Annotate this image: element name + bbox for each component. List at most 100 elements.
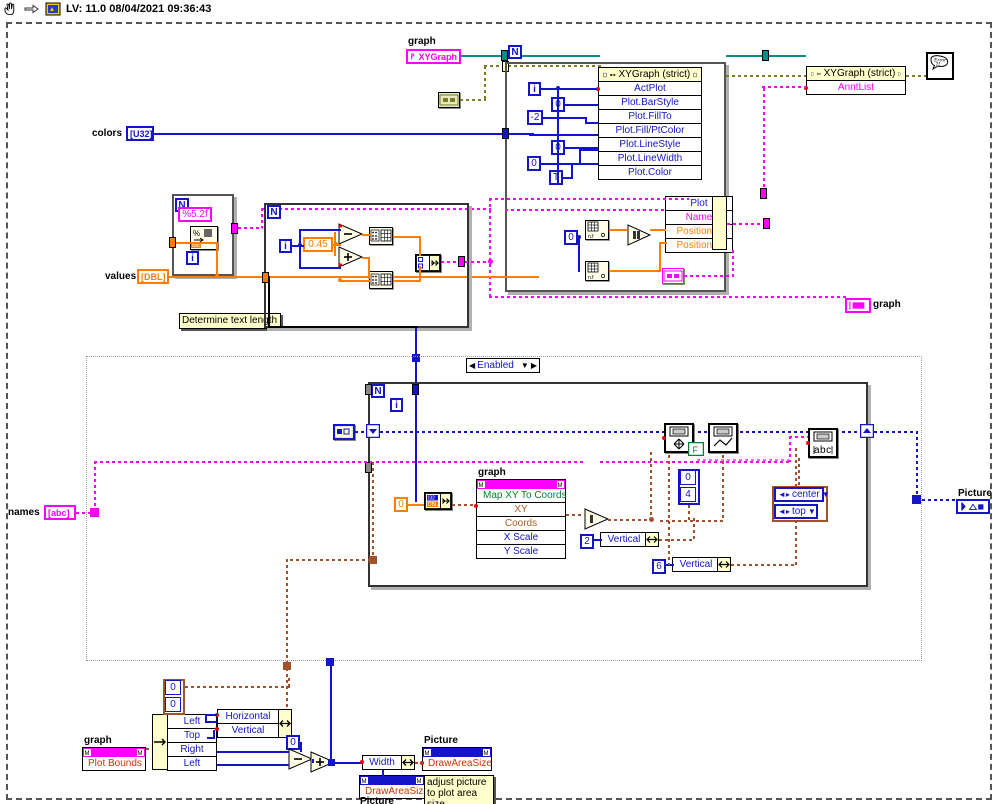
pnode-row-linewidth[interactable]: Plot.LineWidth bbox=[599, 152, 701, 166]
pen-size-value-4[interactable]: 4 bbox=[680, 487, 696, 502]
draw-line-picture-icon[interactable] bbox=[708, 423, 738, 453]
colors-array-terminal[interactable]: [U32] bbox=[126, 126, 154, 141]
wire-magenta-bus-top bbox=[489, 198, 689, 200]
property-node-drawareasize-write[interactable]: M M DrawAreaSize bbox=[422, 747, 492, 771]
wire-picture-out bbox=[874, 431, 918, 433]
graph-refnum-terminal[interactable]: XYGraph bbox=[406, 49, 461, 64]
pnode-row-actplot[interactable]: ActPlot bbox=[599, 82, 701, 96]
labview-vi-icon[interactable] bbox=[45, 2, 61, 16]
bundle-row-vertical[interactable]: Vertical bbox=[218, 724, 278, 737]
wire-annt-vert bbox=[763, 88, 765, 190]
wire-error-to-anntlist bbox=[726, 75, 806, 77]
property-node-plot-bounds[interactable]: M M Plot Bounds bbox=[82, 747, 146, 771]
origin-x-value[interactable]: 0 bbox=[165, 680, 181, 695]
draw-text-picture-icon[interactable]: abc bbox=[808, 428, 838, 458]
constant-fillto-minus2[interactable]: -2 bbox=[527, 110, 543, 125]
map-xy-row-xy[interactable]: XY bbox=[477, 503, 565, 517]
index-array-triangle-icon[interactable] bbox=[626, 224, 652, 251]
origin-y-value[interactable]: 0 bbox=[165, 697, 181, 712]
number-to-string-icon-a[interactable]: n.f bbox=[585, 220, 609, 240]
pnode-row-linestyle[interactable]: Plot.LineStyle bbox=[599, 138, 701, 152]
picture-output-terminal[interactable] bbox=[956, 499, 990, 514]
align-vertical-enum[interactable]: ◄▸ top ▼ bbox=[774, 504, 818, 519]
bounds-row-top[interactable]: Top bbox=[168, 729, 216, 743]
enum-left-arrow-icon-2[interactable]: ◄▸ bbox=[778, 507, 790, 516]
refnum-out-glyph-icon bbox=[693, 72, 697, 77]
empty-picture-constant[interactable] bbox=[333, 424, 355, 440]
constant-plotcolor-T[interactable]: T bbox=[549, 170, 563, 185]
tunnel-refnum bbox=[501, 50, 508, 61]
bundle-horizontal-vertical[interactable]: Horizontal Vertical bbox=[217, 709, 279, 738]
enum-left-arrow-icon[interactable]: ◄▸ bbox=[778, 490, 790, 499]
case-selector-value: Enabled bbox=[477, 360, 514, 371]
graph-output-terminal[interactable] bbox=[845, 298, 871, 313]
number-to-string-icon-b[interactable]: n.f bbox=[585, 261, 609, 281]
pnode-row-barstyle[interactable]: Plot.BarStyle bbox=[599, 96, 701, 110]
bundle-row-width[interactable]: Width bbox=[363, 756, 401, 769]
map-xy-row-coords[interactable]: Coords bbox=[477, 517, 565, 531]
property-node-xygraph-plot[interactable]: XYGraph (strict) ActPlot Plot.BarStyle P… bbox=[598, 67, 702, 180]
draw-text-error-dot bbox=[806, 441, 810, 445]
bundle-row-horizontal[interactable]: Horizontal bbox=[218, 710, 278, 724]
add-triangle-icon[interactable] bbox=[338, 246, 364, 273]
boolean-false-constant[interactable]: F bbox=[687, 441, 705, 457]
wire-picture-to-term bbox=[916, 499, 956, 501]
align-horizontal-enum[interactable]: ◄▸ center ▼ bbox=[774, 487, 830, 502]
case-selector-enabled[interactable]: ◀ Enabled ▼ ▶ bbox=[466, 358, 540, 373]
constant-0-45[interactable]: 0.45 bbox=[303, 237, 333, 252]
wire-coords-0 bbox=[408, 504, 424, 506]
drawareasize-write-row[interactable]: DrawAreaSize bbox=[423, 757, 492, 770]
constant-linewidth-0[interactable]: 0 bbox=[527, 156, 541, 171]
bundle-vertical-a[interactable]: Vertical bbox=[600, 532, 648, 547]
format-value-to-string-icon[interactable]: % DBL bbox=[190, 226, 218, 250]
wire-brown-left-h bbox=[290, 559, 374, 561]
build-array-icon-b[interactable] bbox=[369, 271, 393, 289]
error-cluster-constant[interactable] bbox=[438, 92, 460, 108]
simple-error-handler-icon[interactable]: Error ?! bbox=[926, 52, 954, 80]
build-cluster-array-icon[interactable]: I32 DBL bbox=[424, 492, 452, 510]
constant-coords-0[interactable]: 0 bbox=[394, 497, 408, 512]
bundle-vertical-b-stub bbox=[717, 557, 731, 572]
wire-error-to-handler bbox=[906, 75, 926, 77]
empty-string-constant[interactable] bbox=[662, 268, 684, 284]
constant-position-0[interactable]: 0 bbox=[564, 230, 578, 245]
pnode-row-fillto[interactable]: Plot.FillTo bbox=[599, 110, 701, 124]
values-array-terminal[interactable]: [DBL] bbox=[137, 269, 169, 284]
wire-annt-entry bbox=[727, 223, 767, 225]
pen-size-cluster-constant[interactable]: 0 4 bbox=[678, 469, 700, 505]
hand-cursor-icon[interactable] bbox=[3, 2, 19, 16]
offset-loop-N: N bbox=[267, 205, 281, 219]
origin-cluster-constant[interactable]: 0 0 bbox=[163, 679, 185, 715]
case-dropdown-arrow-icon[interactable]: ▼ bbox=[521, 361, 529, 370]
map-xy-row-yscale[interactable]: Y Scale bbox=[477, 545, 565, 558]
bounds-row-left2[interactable]: Left bbox=[168, 757, 216, 770]
constant-vert-6[interactable]: 6 bbox=[652, 559, 666, 574]
case-prev-arrow-icon[interactable]: ◀ bbox=[469, 361, 475, 370]
arrow-right-icon[interactable] bbox=[24, 2, 40, 16]
map-xy-method-name[interactable]: Map XY To Coords bbox=[477, 489, 567, 503]
constant-format-string[interactable]: %5.2f bbox=[178, 207, 212, 222]
wire-brown-down bbox=[286, 559, 288, 667]
case-next-arrow-icon[interactable]: ▶ bbox=[531, 361, 537, 370]
pnode-row-fillptcolor[interactable]: Plot.Fill/PtColor bbox=[599, 124, 701, 138]
enum-down-arrow-icon[interactable]: ▼ bbox=[822, 490, 830, 499]
wire-values-to-arr-b bbox=[340, 280, 370, 282]
property-node-xygraph-anntlist[interactable]: XYGraph (strict) AnntList bbox=[806, 66, 906, 95]
map-xy-row-xscale[interactable]: X Scale bbox=[477, 531, 565, 545]
wire-left-to-horiz-b bbox=[205, 715, 207, 723]
bounds-row-right[interactable]: Right bbox=[168, 743, 216, 757]
index-array-coords-icon[interactable] bbox=[584, 508, 610, 535]
plot-bounds-row[interactable]: Plot Bounds bbox=[83, 757, 145, 770]
bundle-vertical-b[interactable]: Vertical bbox=[672, 557, 720, 572]
enum-down-arrow-icon-2[interactable]: ▼ bbox=[808, 507, 816, 516]
pen-size-value-0[interactable]: 0 bbox=[680, 470, 696, 485]
names-terminal-label: names bbox=[8, 507, 40, 518]
pnode-row-anntlist[interactable]: AnntList bbox=[807, 81, 905, 94]
build-array-icon-a[interactable] bbox=[369, 227, 393, 245]
invoke-node-map-xy-to-coords[interactable]: M M Map XY To Coords XY Coords X Scale Y… bbox=[476, 479, 567, 559]
constant-vert-2[interactable]: 2 bbox=[580, 534, 594, 549]
bundle-width[interactable]: Width bbox=[362, 755, 402, 770]
names-array-terminal[interactable]: [abc] bbox=[44, 505, 76, 520]
pnode-row-plotcolor[interactable]: Plot.Color bbox=[599, 166, 701, 179]
text-alignment-cluster-constant[interactable]: ◄▸ center ▼ ◄▸ top ▼ bbox=[772, 486, 830, 522]
